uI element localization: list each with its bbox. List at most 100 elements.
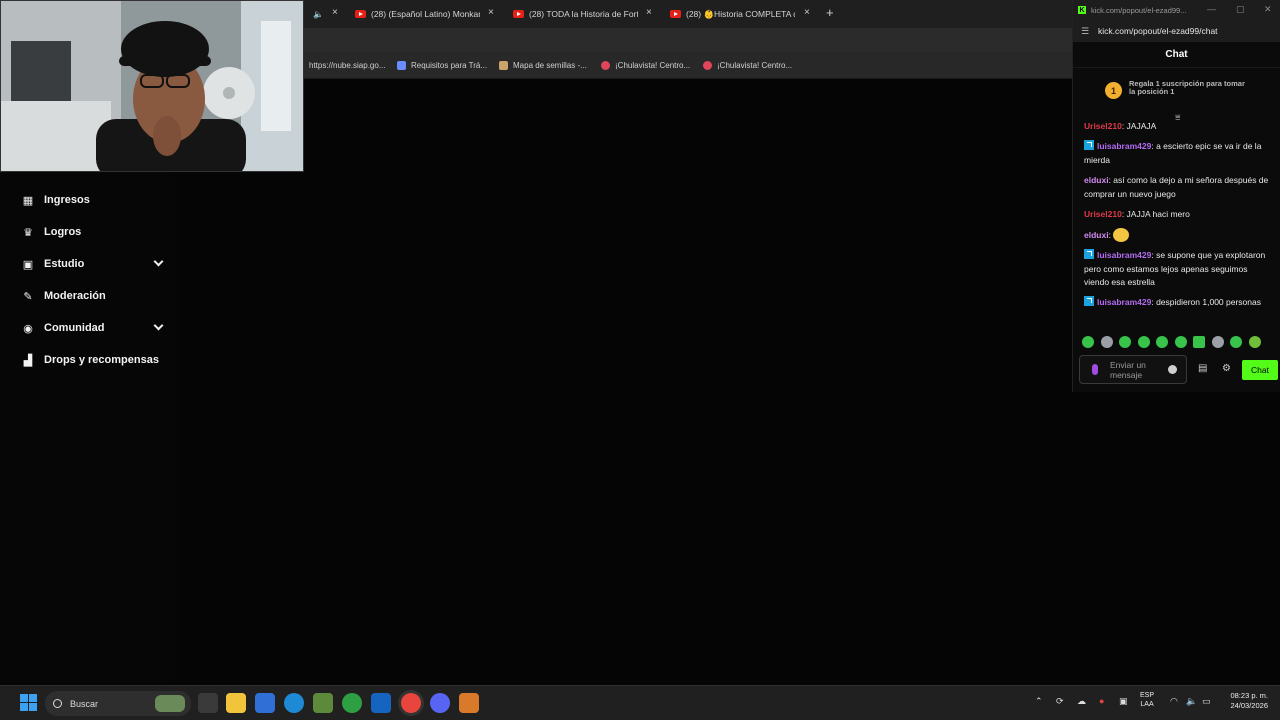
tab-audio-icon[interactable]: 🔈	[313, 4, 325, 24]
sidebar-item-estudio[interactable]: ▣ Estudio	[22, 255, 170, 273]
chat-url-bar[interactable]: ☰ kick.com/popout/el-ezad99/chat	[1073, 20, 1280, 42]
battery-icon[interactable]: ▭	[1202, 696, 1211, 707]
sidebar-item-ingresos[interactable]: ▦ Ingresos	[22, 191, 170, 209]
tab-close-button[interactable]: ×	[332, 7, 338, 19]
emoji-picker-icon[interactable]	[1168, 365, 1177, 374]
tab-1-close-icon[interactable]: ×	[488, 7, 494, 19]
microphone-icon[interactable]	[1092, 364, 1098, 375]
chevron-up-icon[interactable]: ⌃	[1035, 696, 1043, 707]
sidebar-item-comunidad[interactable]: ◉ Comunidad	[22, 319, 170, 337]
task-view-icon[interactable]	[198, 693, 218, 713]
volume-icon[interactable]: 🔈	[1186, 696, 1197, 707]
chat-message-input[interactable]: Enviar un mensaje	[1079, 355, 1187, 384]
file-explorer-icon[interactable]	[226, 693, 246, 713]
edge-icon[interactable]	[284, 693, 304, 713]
document-icon	[397, 61, 406, 70]
tab-3[interactable]: (28) 👶Historia COMPLETA de	[670, 4, 795, 24]
send-chat-button[interactable]: Chat	[1242, 360, 1278, 380]
chevron-down-icon[interactable]	[153, 320, 164, 331]
emote-icon[interactable]	[1082, 336, 1094, 348]
bookmark-2[interactable]: Requisitos para Trá...	[397, 61, 487, 70]
chat-message: luisabram429: despidieron 1,000 personas	[1084, 296, 1272, 310]
tab-2-close-icon[interactable]: ×	[646, 7, 652, 19]
tab-1[interactable]: (28) (Español Latino) Monkart E	[355, 4, 480, 24]
chat-message: elduxi: así como la dejo a mi señora des…	[1084, 175, 1269, 199]
sidebar-item-logros[interactable]: ♛ Logros	[22, 223, 170, 241]
emote-icon[interactable]	[1156, 336, 1168, 348]
system-clock[interactable]: 08:23 p. m. 24/03/2026	[1222, 691, 1268, 711]
chat-username[interactable]: elduxi	[1084, 175, 1109, 185]
chrome-icon[interactable]	[401, 693, 421, 713]
xbox-icon[interactable]	[342, 693, 362, 713]
gear-icon[interactable]: ⚙	[1222, 363, 1231, 374]
creator-sidebar: ▦ Ingresos ♛ Logros ▣ Estudio ✎ Moderaci…	[0, 172, 175, 682]
chat-popout-window: K kick.com/popout/el-ezad99... — ▢ ✕ ☰ k…	[1072, 0, 1280, 392]
new-tab-button[interactable]: +	[826, 5, 834, 20]
sidebar-item-drops[interactable]: ▟ Drops y recompensas	[22, 351, 170, 369]
notification-app-icon[interactable]: ▣	[1119, 696, 1128, 707]
emote-icon[interactable]	[1193, 336, 1205, 348]
seed-icon	[499, 61, 508, 70]
minecraft-icon[interactable]	[313, 693, 333, 713]
start-button[interactable]	[20, 694, 37, 711]
bookmark-4[interactable]: ¡Chulavista! Centro...	[601, 61, 690, 70]
chat-username[interactable]: Urisel210	[1084, 121, 1122, 131]
sidebar-item-moderacion[interactable]: ✎ Moderación	[22, 287, 170, 305]
chat-window-titlebar: K kick.com/popout/el-ezad99... — ▢ ✕	[1073, 0, 1280, 20]
emote-icon	[1112, 228, 1129, 242]
tab-3-close-icon[interactable]: ×	[804, 7, 810, 19]
verified-badge-icon	[1084, 249, 1094, 259]
emote-icon[interactable]	[1248, 336, 1261, 348]
chat-username[interactable]: luisabram429	[1097, 250, 1151, 260]
airbnb-icon	[703, 61, 712, 70]
wifi-icon[interactable]: ◠	[1170, 696, 1178, 707]
tab-2[interactable]: (28) TODA la Historia de Fortnit	[513, 4, 638, 24]
maximize-icon[interactable]: ▢	[1236, 4, 1245, 15]
verified-badge-icon	[1084, 140, 1094, 150]
minimize-icon[interactable]: —	[1207, 4, 1216, 14]
bookmark-3[interactable]: Mapa de semillas -...	[499, 61, 587, 70]
gift-sub-promo[interactable]: 1 Regala 1 suscripción para tomar la pos…	[1105, 80, 1265, 99]
chat-username[interactable]: elduxi	[1084, 230, 1109, 240]
bookmark-5[interactable]: ¡Chulavista! Centro...	[703, 61, 792, 70]
emote-icon[interactable]	[1137, 336, 1150, 348]
rank-medal-icon: 1	[1105, 82, 1122, 99]
bar-chart-icon: ▦	[22, 194, 34, 207]
chat-message: Urisel210: JAJAJA	[1084, 121, 1157, 131]
people-icon: ◉	[23, 322, 33, 335]
chat-username[interactable]: luisabram429	[1097, 141, 1151, 151]
windows-taskbar: Buscar ⌃ ⟳ ☁ ● ▣ ESP LAA ◠ 🔈 ▭ 08:23 p. …	[0, 685, 1280, 720]
search-icon	[53, 699, 62, 708]
word-icon[interactable]	[371, 693, 391, 713]
wrench-icon: ✎	[23, 290, 33, 303]
gift-icon[interactable]: ▤	[1198, 363, 1207, 374]
chat-username[interactable]: Urisel210	[1084, 209, 1122, 219]
trophy-icon: ♛	[23, 226, 33, 239]
app-icon[interactable]	[459, 693, 479, 713]
webcam-overlay	[0, 0, 304, 172]
search-highlight-image	[155, 695, 185, 712]
cloud-icon[interactable]: ☁	[1077, 696, 1086, 707]
emote-icon[interactable]	[1211, 336, 1224, 348]
emote-icon[interactable]	[1174, 336, 1187, 348]
store-icon[interactable]	[255, 693, 275, 713]
site-settings-icon[interactable]: ☰	[1081, 26, 1090, 37]
microphone-tray-icon[interactable]: ●	[1099, 696, 1104, 706]
quick-emote-bar	[1082, 336, 1267, 348]
chat-message: Urisel210: JAJJA haci mero	[1084, 209, 1190, 219]
language-indicator[interactable]: ESP LAA	[1140, 691, 1154, 709]
close-icon[interactable]: ✕	[1264, 4, 1272, 15]
youtube-icon	[355, 10, 366, 18]
taskbar-search[interactable]: Buscar	[45, 691, 191, 716]
sync-icon[interactable]: ⟳	[1056, 696, 1064, 707]
emote-icon[interactable]	[1119, 336, 1131, 348]
chat-username[interactable]: luisabram429	[1097, 297, 1151, 307]
emote-icon[interactable]	[1100, 336, 1113, 348]
youtube-icon	[670, 10, 681, 18]
emote-icon[interactable]	[1230, 336, 1242, 348]
discord-icon[interactable]	[430, 693, 450, 713]
chevron-down-icon[interactable]	[153, 256, 164, 267]
bookmark-1[interactable]: https://nube.siap.go...	[309, 61, 386, 70]
grid-icon: ▣	[22, 258, 34, 271]
kick-logo-icon: K	[1078, 6, 1086, 14]
